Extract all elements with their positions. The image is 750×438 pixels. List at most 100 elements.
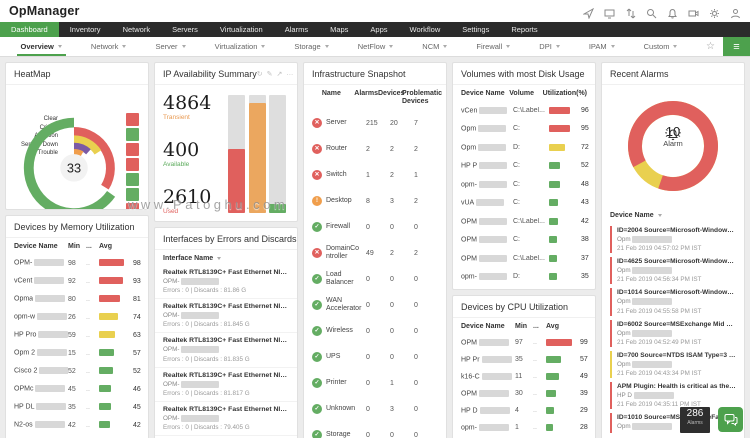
- table-row[interactable]: Wireless 0 0 0: [304, 318, 446, 344]
- edit-icon[interactable]: ✎: [267, 70, 273, 78]
- table-row[interactable]: Opm C: 95: [453, 120, 595, 139]
- table-row[interactable]: Router 2 2 2: [304, 136, 446, 162]
- table-row[interactable]: HP DL 35 45: [6, 398, 148, 416]
- interface-list-item[interactable]: Realtek RTL8139C+ Fast Ethernet NIC #3-E…: [155, 402, 297, 436]
- table-row[interactable]: UPS 0 0 0: [304, 344, 446, 370]
- table-row[interactable]: k16-C 11 49: [453, 368, 595, 385]
- table-row[interactable]: opm-w 26 74: [6, 308, 148, 326]
- heatmap-cell[interactable]: [126, 128, 139, 141]
- table-row[interactable]: OPMc 45 46: [6, 380, 148, 398]
- user-icon[interactable]: [730, 6, 741, 18]
- heatmap-cell[interactable]: [126, 113, 139, 126]
- main-nav-item[interactable]: Servers: [161, 22, 209, 37]
- dashboard-tab[interactable]: IPAM: [589, 37, 615, 56]
- main-nav-item[interactable]: Alarms: [274, 22, 319, 37]
- table-row[interactable]: opm- C: 48: [453, 175, 595, 194]
- table-row[interactable]: Cisco 2 52 52: [6, 362, 148, 380]
- main-nav-item[interactable]: Apps: [359, 22, 398, 37]
- table-row[interactable]: Desktop 8 3 2: [304, 188, 446, 214]
- dashboard-tab[interactable]: NetFlow: [358, 37, 394, 56]
- dashboard-tab[interactable]: Firewall: [476, 37, 511, 56]
- table-row[interactable]: OPM- 98 98: [6, 254, 148, 272]
- dashboard-tab[interactable]: Custom: [644, 37, 678, 56]
- display-icon[interactable]: [604, 6, 615, 18]
- table-row[interactable]: HP D 4 29: [453, 402, 595, 419]
- interface-list-item[interactable]: Realtek RTL8139C+ Fast Ethernet NIC #3-W…: [155, 368, 297, 402]
- table-row[interactable]: opm- 1 28: [453, 419, 595, 436]
- main-nav-item[interactable]: Workflow: [399, 22, 452, 37]
- favorite-star-icon[interactable]: ☆: [698, 37, 723, 56]
- main-nav-item[interactable]: Dashboard: [0, 22, 59, 37]
- alarm-count-badge[interactable]: 286 Alarms: [680, 407, 710, 433]
- table-row[interactable]: Printer 0 1 0: [304, 370, 446, 396]
- table-row[interactable]: Server 215 20 7: [304, 110, 446, 136]
- alarm-list-item[interactable]: APM Plugin: Health is critical as the re…: [610, 381, 736, 410]
- list-header[interactable]: Interface Name: [155, 250, 297, 265]
- table-row[interactable]: Opm D: 72: [453, 138, 595, 157]
- expand-icon[interactable]: ↗: [276, 70, 282, 78]
- search-icon[interactable]: [646, 6, 657, 18]
- dashboard-tab[interactable]: Overview: [16, 37, 67, 56]
- main-nav-item[interactable]: Virtualization: [209, 22, 274, 37]
- table-row[interactable]: Opma 80 81: [6, 290, 148, 308]
- main-nav-item[interactable]: Maps: [319, 22, 359, 37]
- table-row[interactable]: N2-os 42 42: [6, 416, 148, 434]
- alarm-list-item[interactable]: ID=1014 Source=Microsoft-Windows-DNS-Cli…: [610, 288, 736, 316]
- table-row[interactable]: Switch 1 2 1: [304, 162, 446, 188]
- send-icon[interactable]: [582, 6, 595, 20]
- list-header[interactable]: Device Name: [602, 207, 744, 222]
- more-icon[interactable]: …: [286, 70, 293, 78]
- interface-list-item[interactable]: Realtek RTL8139C+ Fast Ethernet NIC #3-N…: [155, 299, 297, 334]
- table-row[interactable]: DomainController 49 2 2: [304, 240, 446, 266]
- main-nav-item[interactable]: Settings: [451, 22, 500, 37]
- dashboard-tab[interactable]: NCM: [422, 37, 448, 56]
- main-nav-item[interactable]: Reports: [500, 22, 548, 37]
- chat-support-button[interactable]: [718, 407, 743, 432]
- heatmap-cell[interactable]: [126, 173, 139, 186]
- heatmap-cell[interactable]: [126, 143, 139, 156]
- table-row[interactable]: OPM C:\Label... 42: [453, 212, 595, 231]
- table-row[interactable]: OPM C:\Label... 37: [453, 249, 595, 268]
- table-row[interactable]: Opm 2 15 57: [6, 344, 148, 362]
- table-row[interactable]: vUA C: 43: [453, 194, 595, 213]
- interface-list-item[interactable]: Realtek RTL8139C+ Fast Ethernet NIC #3-W…: [155, 333, 297, 368]
- alarms-donut-chart[interactable]: 10 Alarm: [602, 85, 744, 207]
- alarm-list-item[interactable]: ID=4625 Source=Microsoft-Windows-Securit…: [610, 257, 736, 285]
- dashboard-tab[interactable]: Storage: [294, 37, 329, 56]
- table-row[interactable]: Load Balancer 0 0 0: [304, 266, 446, 292]
- table-row[interactable]: Storage 0 0 0: [304, 422, 446, 438]
- dashboard-menu-button[interactable]: ≡: [723, 37, 750, 56]
- table-row[interactable]: vCent 92 93: [6, 272, 148, 290]
- heatmap-cell[interactable]: [126, 188, 139, 201]
- dashboard-tab[interactable]: Virtualization: [215, 37, 266, 56]
- refresh-icon[interactable]: ↻: [257, 70, 263, 78]
- dashboard-tab[interactable]: Server: [155, 37, 186, 56]
- severity-gauge-chart[interactable]: 33: [12, 99, 136, 210]
- main-nav-item[interactable]: Inventory: [59, 22, 112, 37]
- interface-list-item[interactable]: Realtek RTL8139C+ Fast Ethernet NIC #3-N…: [155, 265, 297, 300]
- table-row[interactable]: Firewall 0 0 0: [304, 214, 446, 240]
- alarm-list-item[interactable]: ID=6002 Source=MSExchange Mid Tier Stora…: [610, 319, 736, 347]
- table-row[interactable]: HP Pro 59 63: [6, 326, 148, 344]
- table-row[interactable]: HP Pr 35 57: [453, 351, 595, 368]
- table-row[interactable]: OPM 30 39: [453, 385, 595, 402]
- dashboard-tab[interactable]: Network: [91, 37, 127, 56]
- table-row[interactable]: HP P C: 52: [453, 157, 595, 176]
- table-row[interactable]: vCen C:\Label... 96: [453, 101, 595, 120]
- gear-icon[interactable]: [709, 6, 720, 18]
- heatmap-cell[interactable]: [126, 158, 139, 171]
- main-nav-item[interactable]: Network: [112, 22, 162, 37]
- table-row[interactable]: Unknown 0 3 0: [304, 396, 446, 422]
- alarm-list-item[interactable]: ID=700 Source=NTDS ISAM Type=3 Message=N…: [610, 350, 736, 378]
- heatmap-cell[interactable]: [126, 203, 139, 209]
- table-row[interactable]: OPM C: 38: [453, 231, 595, 250]
- table-row[interactable]: OPM 97 99: [453, 334, 595, 351]
- table-row[interactable]: opm- D: 35: [453, 268, 595, 287]
- dashboard-tab[interactable]: DPI: [539, 37, 560, 56]
- ip-bar-chart[interactable]: [225, 89, 289, 215]
- bell-icon[interactable]: [667, 6, 678, 18]
- table-row[interactable]: WAN Accelerator 0 0 0: [304, 292, 446, 318]
- camera-icon[interactable]: [688, 6, 699, 17]
- alarm-list-item[interactable]: ID=2004 Source=Microsoft-Windows-Resourc…: [610, 226, 736, 254]
- sync-icon[interactable]: [625, 6, 636, 18]
